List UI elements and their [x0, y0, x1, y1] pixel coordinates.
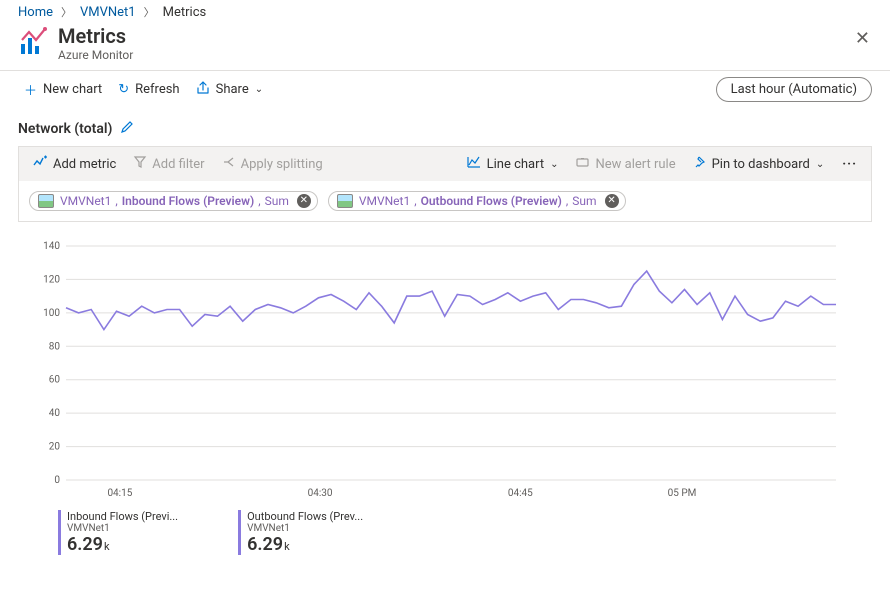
metric-pill[interactable]: VMVNet1, Outbound Flows (Preview), Sum ✕ [328, 191, 626, 211]
edit-title-button[interactable] [120, 120, 134, 138]
chevron-down-icon: ⌄ [255, 84, 263, 95]
new-chart-button[interactable]: ＋ New chart [18, 75, 108, 104]
svg-text:100: 100 [43, 308, 60, 319]
chevron-right-icon: 〉 [61, 4, 72, 20]
add-filter-button[interactable]: Add filter [126, 151, 212, 177]
line-chart-icon [467, 156, 481, 172]
svg-text:05 PM: 05 PM [668, 488, 697, 499]
svg-text:20: 20 [49, 442, 61, 453]
share-button[interactable]: Share ⌄ [190, 76, 270, 104]
remove-metric-button[interactable]: ✕ [297, 194, 311, 208]
refresh-icon: ↻ [118, 82, 129, 97]
metric-pill[interactable]: VMVNet1, Inbound Flows (Preview), Sum ✕ [29, 191, 318, 211]
add-metric-button[interactable]: Add metric [25, 151, 124, 177]
resource-icon [38, 194, 54, 208]
pin-icon [694, 156, 706, 172]
svg-text:120: 120 [43, 274, 60, 285]
filter-icon [134, 156, 146, 172]
breadcrumb-resource[interactable]: VMVNet1 [80, 5, 136, 20]
chart-card: Network (total) Add metric Add filter Ap… [18, 120, 872, 565]
chevron-down-icon: ⌄ [816, 159, 824, 170]
breadcrumb-current: Metrics [163, 5, 207, 20]
plus-icon: ＋ [24, 80, 37, 99]
breadcrumb: Home 〉 VMVNet1 〉 Metrics [0, 0, 890, 22]
svg-text:0: 0 [54, 475, 60, 486]
time-range-picker[interactable]: Last hour (Automatic) [716, 77, 872, 102]
split-icon [223, 156, 235, 172]
legend-color-swatch [238, 510, 241, 555]
svg-text:80: 80 [49, 341, 61, 352]
command-bar: ＋ New chart ↻ Refresh Share ⌄ Last hour … [0, 71, 890, 108]
resource-icon [337, 194, 353, 208]
apply-splitting-button[interactable]: Apply splitting [215, 151, 331, 177]
metrics-icon [18, 26, 50, 58]
metric-pills-row: VMVNet1, Inbound Flows (Preview), Sum ✕ … [18, 181, 872, 222]
svg-text:04:45: 04:45 [508, 488, 533, 499]
chevron-right-icon: 〉 [144, 4, 155, 20]
chart-type-dropdown[interactable]: Line chart ⌄ [459, 151, 567, 177]
svg-text:60: 60 [49, 375, 61, 386]
more-options-button[interactable]: ··· [834, 152, 865, 177]
legend-item[interactable]: Outbound Flows (Prev... VMVNet1 6.29k [238, 510, 363, 555]
alert-icon [576, 156, 589, 172]
breadcrumb-home[interactable]: Home [18, 5, 53, 20]
page-title: Metrics [58, 24, 133, 48]
sparkline-plus-icon [33, 156, 47, 172]
chevron-down-icon: ⌄ [550, 159, 558, 170]
chart-legend: Inbound Flows (Previ... VMVNet1 6.29k Ou… [18, 502, 872, 565]
page-subtitle: Azure Monitor [58, 48, 133, 62]
close-button[interactable]: ✕ [847, 24, 878, 53]
legend-color-swatch [58, 510, 61, 555]
pin-to-dashboard-button[interactable]: Pin to dashboard ⌄ [686, 151, 833, 177]
chart-toolbar: Add metric Add filter Apply splitting Li… [18, 146, 872, 181]
refresh-button[interactable]: ↻ Refresh [112, 77, 185, 102]
legend-item[interactable]: Inbound Flows (Previ... VMVNet1 6.29k [58, 510, 178, 555]
more-icon: ··· [842, 157, 857, 172]
new-alert-rule-button[interactable]: New alert rule [568, 151, 683, 177]
svg-text:04:15: 04:15 [107, 488, 132, 499]
svg-text:140: 140 [43, 241, 60, 252]
svg-text:04:30: 04:30 [308, 488, 333, 499]
page-header: Metrics Azure Monitor ✕ [0, 22, 890, 71]
chart-plot-area: 0 20 40 60 80 100 120 140 04:15 04:30 04:45 05 PM [18, 222, 872, 502]
remove-metric-button[interactable]: ✕ [605, 194, 619, 208]
share-icon [196, 81, 210, 99]
chart-title: Network (total) [18, 121, 112, 137]
svg-text:40: 40 [49, 408, 61, 419]
